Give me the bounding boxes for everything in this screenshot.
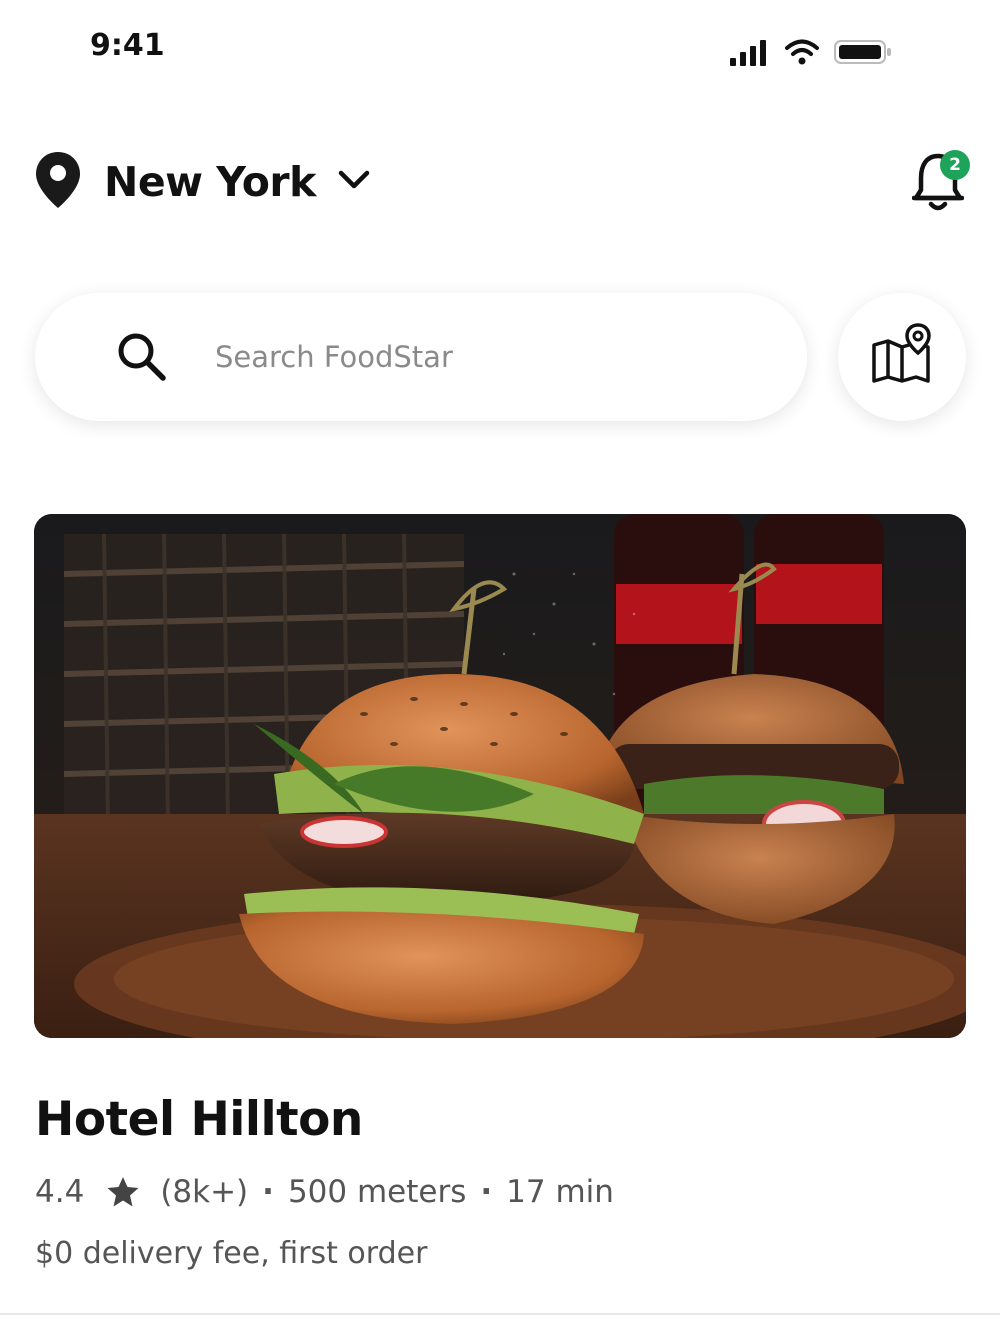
restaurant-meta: 4.4 (8k+) · 500 meters · 17 min (35, 1174, 614, 1210)
rating: 4.4 (35, 1174, 85, 1210)
star-icon (106, 1176, 140, 1208)
delivery-time: 17 min (506, 1174, 614, 1210)
battery-icon (834, 38, 892, 70)
search-input[interactable] (213, 323, 777, 391)
restaurant-image[interactable] (34, 514, 966, 1038)
map-view-button[interactable] (838, 293, 966, 421)
restaurant-name[interactable]: Hotel Hillton (35, 1092, 363, 1147)
status-time: 9:41 (90, 28, 165, 63)
map-icon (870, 323, 934, 391)
wifi-icon (784, 38, 820, 70)
signal-icon (730, 38, 770, 70)
notification-badge: 2 (940, 150, 970, 180)
chevron-down-icon (338, 170, 370, 194)
map-pin-icon (34, 150, 82, 214)
status-icons (730, 38, 892, 70)
separator-dot: · (262, 1174, 274, 1210)
notifications-button[interactable]: 2 (911, 150, 970, 214)
status-bar: 9:41 (0, 0, 1000, 100)
distance: 500 meters (287, 1174, 467, 1210)
location-name: New York (104, 158, 316, 206)
delivery-note: $0 delivery fee, first order (35, 1236, 428, 1271)
search-bar[interactable] (35, 293, 807, 421)
review-count: (8k+) (160, 1174, 249, 1210)
search-icon (115, 330, 169, 388)
location-selector[interactable]: New York (34, 150, 370, 214)
bell-icon (911, 153, 965, 218)
separator-dot: · (480, 1174, 493, 1210)
burger-photo (34, 514, 966, 1038)
divider (0, 1313, 1000, 1315)
